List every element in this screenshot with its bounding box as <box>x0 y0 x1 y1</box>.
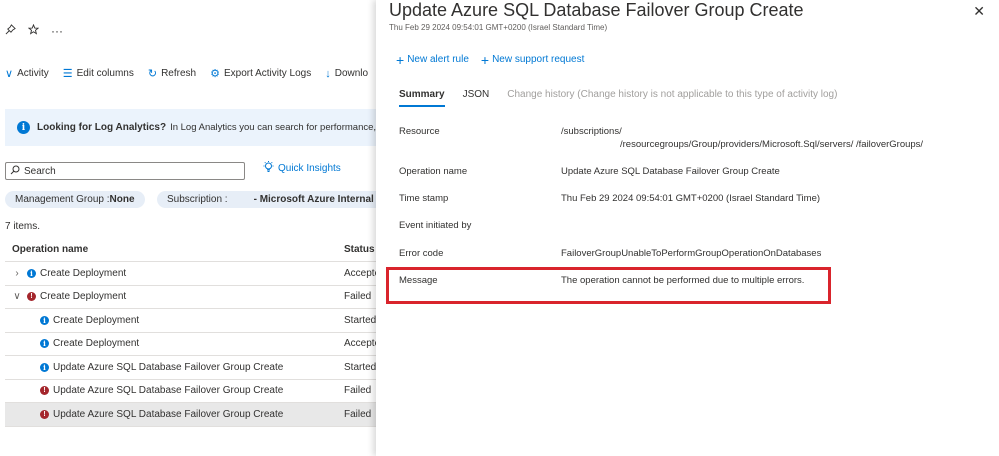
operations-table: Operation name Status › i Create Deploym… <box>5 238 376 427</box>
status-header[interactable]: Status <box>344 244 375 255</box>
operation-status: Failed <box>344 408 372 420</box>
search-placeholder: Search <box>24 165 56 177</box>
new-support-request-label: New support request <box>492 54 585 65</box>
resource-label: Resource <box>399 126 440 137</box>
command-bar: ∨ Activity ☰ Edit columns ↻ Refresh ⚙ Ex… <box>5 67 376 81</box>
blade-header-actions: ··· <box>5 23 63 38</box>
activity-button[interactable]: ∨ Activity <box>5 67 49 80</box>
subscription-filter[interactable]: Subscription : - Microsoft Azure Interna… <box>157 191 376 208</box>
operation-name: Create Deployment <box>40 267 127 279</box>
operation-name: Update Azure SQL Database Failover Group… <box>53 361 284 373</box>
operation-name: Create Deployment <box>40 291 127 303</box>
search-icon <box>10 165 20 178</box>
log-analytics-banner: i Looking for Log Analytics? In Log Anal… <box>5 109 376 146</box>
message-highlight-box <box>386 267 831 304</box>
info-icon: i <box>40 315 49 325</box>
banner-title: Looking for Log Analytics? <box>37 122 167 133</box>
operation-status: Started <box>344 314 376 326</box>
lightbulb-icon <box>263 161 274 176</box>
search-input[interactable]: Search <box>5 162 245 180</box>
edit-columns-button[interactable]: ☰ Edit columns <box>63 67 134 80</box>
panel-actions: + New alert rule + New support request <box>396 51 585 68</box>
operation-name: Update Azure SQL Database Failover Group… <box>53 408 284 420</box>
resource-value-line2: /resourcegroups/Group/providers/Microsof… <box>620 139 924 150</box>
download-label: Downlo <box>334 68 369 79</box>
table-header: Operation name Status <box>5 238 376 262</box>
management-group-value: None <box>109 194 135 205</box>
activity-log-blade: ··· ∨ Activity ☰ Edit columns ↻ Refresh … <box>0 0 376 456</box>
new-support-request-button[interactable]: + New support request <box>480 51 585 68</box>
event-details-panel: Update Azure SQL Database Failover Group… <box>376 0 999 456</box>
resource-value-line1: /subscriptions/ <box>561 126 622 137</box>
export-activity-logs-label: Export Activity Logs <box>223 68 312 79</box>
panel-tabs: Summary JSON Change history (Change hist… <box>399 89 855 107</box>
operation-name: Create Deployment <box>53 314 140 326</box>
info-icon: i <box>27 268 36 278</box>
gear-icon: ⚙ <box>210 68 220 80</box>
operation-status: Accepte <box>344 338 376 350</box>
export-activity-logs-button[interactable]: ⚙ Export Activity Logs <box>210 67 311 80</box>
table-row[interactable]: i Create Deployment Started <box>5 309 376 333</box>
table-row-selected[interactable]: ! Update Azure SQL Database Failover Gro… <box>5 403 376 427</box>
management-group-filter[interactable]: Management Group : None <box>5 191 145 208</box>
table-row[interactable]: i Create Deployment Accepte <box>5 333 376 356</box>
pin-icon[interactable] <box>5 24 16 38</box>
management-group-label: Management Group : <box>15 194 110 205</box>
info-icon: i <box>40 339 49 349</box>
error-code-label: Error code <box>399 248 444 259</box>
plus-icon: + <box>480 51 490 68</box>
table-row[interactable]: ∨ ! Create Deployment Failed <box>5 286 376 309</box>
subscription-label: Subscription : <box>167 194 228 205</box>
columns-icon: ☰ <box>62 68 73 80</box>
tab-change-history: Change history (Change history is not ap… <box>507 89 838 100</box>
operation-status: Started <box>344 361 376 373</box>
error-icon: ! <box>40 409 49 419</box>
chevron-down-icon[interactable]: ∨ <box>12 291 22 302</box>
info-icon: i <box>17 121 30 134</box>
close-icon[interactable]: ✕ <box>973 3 985 20</box>
new-alert-rule-button[interactable]: + New alert rule <box>396 51 469 68</box>
chevron-down-icon: ∨ <box>5 68 14 80</box>
edit-columns-label: Edit columns <box>76 68 134 79</box>
refresh-label: Refresh <box>161 68 197 79</box>
error-icon: ! <box>40 386 49 396</box>
items-count: 7 items. <box>5 221 41 232</box>
time-stamp-label: Time stamp <box>399 193 449 204</box>
tab-summary[interactable]: Summary <box>399 89 445 107</box>
error-code-value: FailoverGroupUnableToPerformGroupOperati… <box>561 248 822 259</box>
chevron-right-icon[interactable]: › <box>12 268 22 279</box>
error-icon: ! <box>27 292 36 302</box>
operation-status: Accepte <box>344 267 376 279</box>
table-row[interactable]: › i Create Deployment Accepte <box>5 262 376 286</box>
quick-insights-label: Quick Insights <box>278 163 341 174</box>
refresh-button[interactable]: ↻ Refresh <box>148 67 196 80</box>
operation-name: Create Deployment <box>53 338 140 350</box>
activity-label: Activity <box>17 68 49 79</box>
new-alert-rule-label: New alert rule <box>407 54 469 65</box>
plus-icon: + <box>396 51 405 68</box>
panel-title: Update Azure SQL Database Failover Group… <box>389 0 804 20</box>
panel-subtitle: Thu Feb 29 2024 09:54:01 GMT+0200 (Israe… <box>389 23 608 32</box>
download-button[interactable]: ↓ Downlo <box>325 68 368 80</box>
operation-status: Failed <box>344 385 372 397</box>
time-stamp-value: Thu Feb 29 2024 09:54:01 GMT+0200 (Israe… <box>561 193 821 204</box>
more-icon[interactable]: ··· <box>51 24 63 38</box>
quick-insights-link[interactable]: Quick Insights <box>263 161 341 176</box>
operation-name-label: Operation name <box>399 166 468 177</box>
operation-status: Failed <box>344 291 372 303</box>
tab-json[interactable]: JSON <box>463 89 490 107</box>
table-row[interactable]: ! Update Azure SQL Database Failover Gro… <box>5 380 376 403</box>
operation-name: Update Azure SQL Database Failover Group… <box>53 385 284 397</box>
download-icon: ↓ <box>325 67 331 80</box>
operation-name-header[interactable]: Operation name <box>12 244 88 255</box>
event-initiated-by-label: Event initiated by <box>399 220 472 231</box>
info-icon: i <box>40 362 49 372</box>
refresh-icon: ↻ <box>147 68 158 80</box>
subscription-value: - Microsoft Azure Internal C <box>253 194 376 205</box>
banner-text: In Log Analytics you can search for perf… <box>170 122 376 133</box>
table-row[interactable]: i Update Azure SQL Database Failover Gro… <box>5 356 376 380</box>
star-icon[interactable] <box>27 23 40 38</box>
operation-name-value: Update Azure SQL Database Failover Group… <box>561 166 780 177</box>
